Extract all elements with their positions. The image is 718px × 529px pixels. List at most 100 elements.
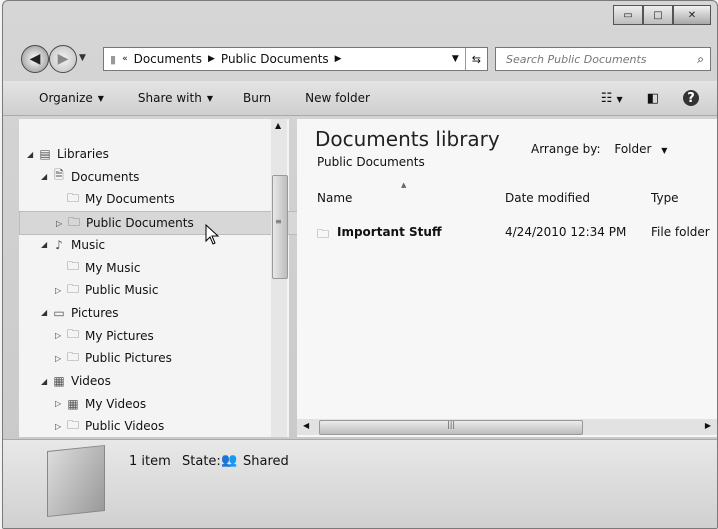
tree-item[interactable]: ▷ 🗀 My Pictures (55, 325, 154, 347)
chevron-down-icon[interactable]: ▼ (661, 146, 667, 155)
expand-toggle-icon[interactable]: ◢ (41, 377, 51, 386)
breadcrumb-documents[interactable]: Documents (134, 52, 202, 66)
forward-arrow-icon: ▶ (57, 51, 69, 67)
file-type: File folder (651, 225, 710, 239)
tree-item[interactable]: ▷ 🗀 Public Documents (19, 211, 307, 236)
folder-icon: 🗀 (317, 227, 330, 241)
scroll-thumb[interactable] (272, 175, 288, 279)
tree-item-label: Public Documents (86, 216, 194, 231)
back-arrow-icon: ◀ (29, 51, 41, 67)
column-header-name[interactable]: Name (317, 191, 352, 205)
chevron-down-icon: ▼ (206, 93, 213, 103)
tree-item-label: My Pictures (85, 328, 154, 343)
tree-item[interactable]: ▷ ▦ My Videos (55, 393, 146, 415)
organize-button[interactable]: Organize ▼ (39, 91, 104, 105)
expand-toggle-icon[interactable]: ◢ (41, 240, 51, 249)
tree-item[interactable]: ▷ 🗀 Public Pictures (55, 347, 172, 369)
search-box[interactable]: ⌕ (495, 47, 711, 71)
tree-item[interactable]: 🗀 My Documents (55, 188, 175, 210)
preview-pane-icon[interactable]: ◧ (647, 91, 659, 106)
maximize-button[interactable]: □ (643, 5, 673, 25)
tree-item[interactable]: ◢ ▭ Pictures (41, 302, 119, 324)
expand-toggle-icon[interactable]: ▷ (55, 399, 65, 408)
expand-toggle-icon[interactable]: ▷ (56, 219, 66, 228)
address-dropdown-icon[interactable]: ▼ (446, 54, 465, 64)
state-label: State: (182, 454, 221, 469)
overflow-chevron-icon[interactable]: « (122, 54, 128, 64)
tree-item[interactable]: ◢ 🗎 Documents (41, 166, 139, 188)
arrange-by-dropdown[interactable]: Folder (614, 142, 651, 156)
column-header-type[interactable]: Type (651, 191, 679, 205)
tree-item-label: Public Videos (85, 419, 165, 434)
tree-item-label: My Documents (85, 192, 175, 207)
tree-item-label: Videos (71, 374, 111, 388)
burn-button[interactable]: Burn (243, 91, 271, 105)
tree-item-label: Documents (71, 169, 140, 184)
explorer-window: ▭ □ ✕ ◀ ▶ ▼ ▮ « Documents ▶ Public Docum… (2, 0, 718, 529)
large-folder-icon (47, 444, 105, 518)
folder-icon: 🗀 (66, 190, 79, 205)
share-with-button[interactable]: Share with ▼ (138, 91, 213, 105)
scroll-right-icon[interactable]: ▶ (705, 421, 711, 430)
breadcrumb-arrow-icon[interactable]: ▶ (208, 54, 215, 64)
tree-item[interactable]: ◢ ♪ Music (41, 234, 105, 256)
change-view-icon[interactable]: ☷ ▼ (601, 91, 623, 106)
breadcrumb-public-documents[interactable]: Public Documents (221, 52, 329, 66)
item-count: 1 item (129, 454, 171, 469)
expand-toggle-icon[interactable]: ▷ (55, 331, 65, 340)
arrange-by-label: Arrange by: (531, 142, 601, 156)
organize-label: Organize (39, 91, 93, 105)
expand-toggle-icon[interactable]: ▷ (55, 354, 65, 363)
expand-toggle-icon[interactable]: ◢ (41, 172, 51, 181)
folder-icon: ♪ (55, 237, 63, 252)
file-date: 4/24/2010 12:34 PM (505, 225, 627, 239)
search-input[interactable] (504, 51, 688, 67)
expand-toggle-icon[interactable]: ◢ (27, 150, 37, 159)
tree-item[interactable]: 🗀 My Music (55, 257, 140, 279)
tree-item[interactable]: ▷ 🗀 Public Music (55, 279, 158, 301)
scroll-left-icon[interactable]: ◀ (303, 421, 309, 430)
scroll-grip-icon: ≡ (275, 217, 282, 226)
tree-item[interactable]: ◢ ▦ Videos (41, 370, 111, 392)
folder-icon: ▦ (67, 396, 79, 411)
nav-scrollbar[interactable]: ▲ ≡ (271, 119, 288, 437)
toolbar-right: ☷ ▼ ◧ ? (577, 90, 699, 106)
tree-item-label: Public Music (85, 283, 159, 298)
sort-arrow-icon: ▲ (401, 181, 407, 189)
mouse-cursor-icon (205, 224, 220, 245)
breadcrumb-arrow-icon[interactable]: ▶ (335, 54, 342, 64)
help-icon[interactable]: ? (683, 90, 699, 106)
navigation-row: ◀ ▶ ▼ ▮ « Documents ▶ Public Documents ▶… (3, 41, 717, 79)
file-row[interactable]: 🗀 Important Stuff 4/24/2010 12:34 PM Fil… (317, 223, 717, 243)
tree-item[interactable]: ◢ ▤ Libraries (27, 143, 109, 165)
folder-icon: ▤ (39, 147, 51, 161)
scroll-up-icon[interactable]: ▲ (275, 121, 281, 130)
command-bar: Organize ▼ Share with ▼ Burn New folder … (3, 81, 717, 116)
new-folder-button[interactable]: New folder (305, 91, 370, 105)
folder-icon: ▮ (110, 52, 117, 66)
expand-toggle-icon[interactable]: ▷ (55, 286, 65, 295)
address-bar[interactable]: ▮ « Documents ▶ Public Documents ▶ ▼ ⇆ (103, 47, 488, 71)
folder-icon: ▦ (53, 374, 65, 388)
shared-users-icon: 👥 (221, 453, 238, 468)
folder-icon: 🗀 (66, 327, 79, 342)
expand-toggle-icon[interactable]: ▷ (55, 422, 65, 431)
back-button[interactable]: ◀ (21, 45, 49, 73)
horizontal-scrollbar[interactable]: ◀ ||| ▶ (297, 419, 717, 435)
file-name[interactable]: Important Stuff (337, 225, 442, 239)
library-subtitle[interactable]: Public Documents (317, 155, 425, 169)
details-pane: 1 item State: 👥 Shared (3, 439, 717, 528)
search-icon[interactable]: ⌕ (697, 52, 704, 67)
column-header-date[interactable]: Date modified (505, 191, 590, 205)
folder-icon: 🗀 (66, 349, 79, 364)
tree-item[interactable]: ▷ 🗀 Public Videos (55, 415, 164, 437)
refresh-icon[interactable]: ⇆ (464, 48, 487, 70)
expand-toggle-icon[interactable]: ◢ (41, 308, 51, 317)
minimize-button[interactable]: ▭ (613, 5, 643, 25)
forward-button[interactable]: ▶ (49, 45, 77, 73)
tree-item-label: Libraries (57, 147, 109, 161)
tree-item-label: Pictures (71, 305, 119, 320)
recent-pages-dropdown[interactable]: ▼ (79, 53, 86, 63)
folder-icon: 🗀 (67, 214, 80, 229)
close-button[interactable]: ✕ (673, 5, 711, 25)
